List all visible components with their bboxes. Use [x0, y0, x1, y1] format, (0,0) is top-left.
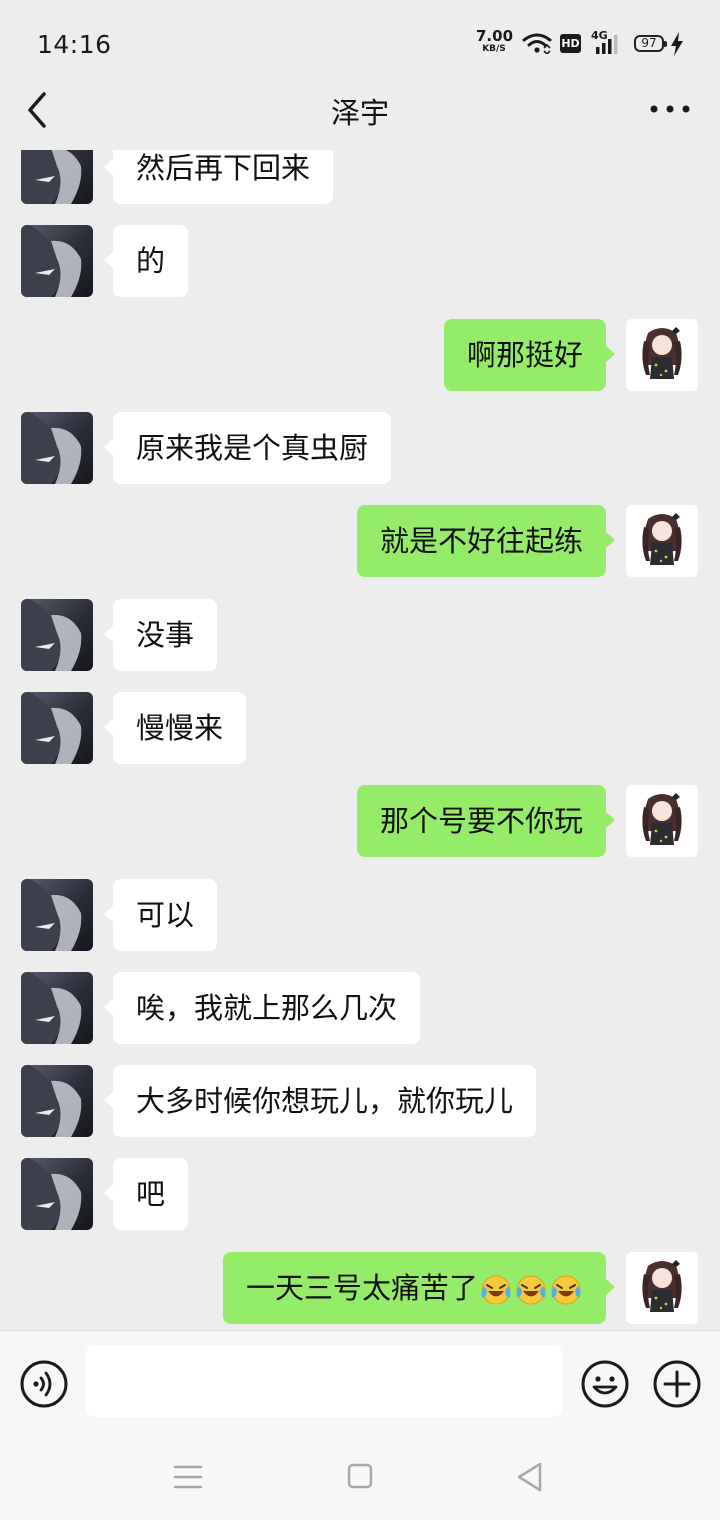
received-message-bubble[interactable]: 的 — [103, 225, 189, 297]
back-nav-icon[interactable] — [510, 1460, 550, 1494]
emoji-picker-icon[interactable] — [580, 1359, 630, 1409]
charging-icon — [671, 32, 683, 56]
message-row: 啊那挺好 — [0, 319, 720, 391]
menu-icon[interactable] — [168, 1460, 208, 1494]
status-time: 14:16 — [37, 30, 112, 59]
chat-title: 泽宇 — [330, 96, 389, 130]
sent-message-bubble[interactable]: 就是不好往起练 — [356, 505, 616, 577]
message-row: 那个号要不你玩 — [0, 785, 720, 857]
message-row: 没事 — [0, 599, 720, 671]
laughing-crying-emoji-icon — [551, 1275, 581, 1305]
contact-avatar[interactable] — [21, 599, 93, 671]
sent-message-bubble[interactable]: 啊那挺好 — [443, 319, 616, 391]
voice-input-icon[interactable] — [19, 1359, 69, 1409]
contact-avatar[interactable] — [21, 412, 93, 484]
hd-icon: HD — [560, 34, 581, 53]
sent-message-bubble[interactable]: 一天三号太痛苦了 — [222, 1251, 616, 1324]
my-avatar[interactable] — [626, 319, 698, 391]
received-message-bubble[interactable]: 吧 — [103, 1158, 189, 1230]
laughing-crying-emoji-icon — [516, 1275, 546, 1305]
received-message-bubble[interactable]: 大多时候你想玩儿，就你玩儿 — [103, 1065, 537, 1137]
message-row: 可以 — [0, 879, 720, 951]
network-speed: 7.00 KB/S — [476, 27, 514, 54]
message-row: 一天三号太痛苦了 — [0, 1252, 720, 1324]
received-message-bubble[interactable]: 然后再下回来 — [103, 150, 334, 204]
my-avatar[interactable] — [626, 1252, 698, 1324]
message-row: 大多时候你想玩儿，就你玩儿 — [0, 1065, 720, 1137]
my-avatar[interactable] — [626, 785, 698, 857]
system-navigation-bar — [0, 1436, 720, 1520]
contact-avatar[interactable] — [21, 972, 93, 1044]
laughing-crying-emoji-icon — [481, 1275, 511, 1305]
contact-avatar[interactable] — [21, 150, 93, 204]
message-list[interactable]: 然后再下回来 的 啊那挺好 原来我是个真虫厨 就是不好往起练 没事 慢慢来 那个… — [0, 150, 720, 1330]
network-speed-value: 7.00 — [476, 27, 514, 45]
contact-avatar[interactable] — [21, 225, 93, 297]
home-icon[interactable] — [340, 1460, 380, 1494]
message-row: 原来我是个真虫厨 — [0, 412, 720, 484]
network-speed-unit: KB/S — [482, 44, 506, 54]
status-bar: 14:16 7.00 KB/S HD 4G 97 — [0, 0, 720, 76]
wifi-icon — [522, 33, 552, 54]
my-avatar[interactable] — [626, 505, 698, 577]
more-functions-plus-icon[interactable] — [652, 1359, 702, 1409]
message-text: 一天三号太痛苦了 — [245, 1271, 478, 1305]
message-row: 慢慢来 — [0, 692, 720, 764]
message-row: 的 — [0, 225, 720, 297]
emoji-group — [478, 1251, 583, 1323]
received-message-bubble[interactable]: 可以 — [103, 879, 218, 951]
battery-icon: 97 — [634, 35, 667, 52]
message-row: 就是不好往起练 — [0, 505, 720, 577]
message-row: 吧 — [0, 1158, 720, 1230]
more-options-icon[interactable] — [648, 92, 692, 126]
received-message-bubble[interactable]: 原来我是个真虫厨 — [103, 412, 392, 484]
chat-input-bar — [0, 1330, 720, 1436]
message-input[interactable] — [86, 1345, 562, 1417]
contact-avatar[interactable] — [21, 692, 93, 764]
back-icon[interactable] — [22, 90, 52, 130]
message-row: 然后再下回来 — [0, 150, 720, 204]
chat-header: 泽宇 — [0, 76, 720, 150]
contact-avatar[interactable] — [21, 879, 93, 951]
received-message-bubble[interactable]: 慢慢来 — [103, 692, 247, 764]
contact-avatar[interactable] — [21, 1065, 93, 1137]
contact-avatar[interactable] — [21, 1158, 93, 1230]
received-message-bubble[interactable]: 没事 — [103, 599, 218, 671]
received-message-bubble[interactable]: 唉，我就上那么几次 — [103, 972, 421, 1044]
message-row: 唉，我就上那么几次 — [0, 972, 720, 1044]
signal-icon — [596, 35, 618, 54]
sent-message-bubble[interactable]: 那个号要不你玩 — [356, 785, 616, 857]
